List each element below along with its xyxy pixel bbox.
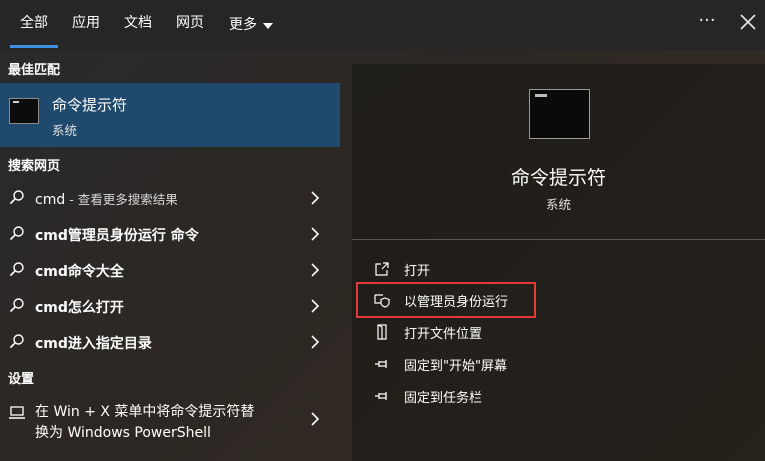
open-action-label: 打开 [404,264,431,279]
open-icon [375,262,389,276]
web-result-item[interactable]: cmd命令大全 [0,252,340,288]
chevron-right-icon [311,263,320,277]
pin-to-taskbar-action[interactable]: 固定到任务栏 [372,384,672,408]
tab-more-label: 更多 [229,17,257,33]
open-file-location-label: 打开文件位置 [404,327,483,342]
chevron-right-icon [311,227,320,241]
tab-documents[interactable]: 文档 [118,0,158,50]
details-app-type: 系统 [545,197,571,212]
search-icon [9,226,24,241]
laptop-icon [9,406,25,419]
chevron-right-icon [311,299,320,313]
chevron-right-icon [311,191,320,205]
top-bar: 全部 应用 文档 网页 更多 ··· [0,0,765,50]
open-action[interactable]: 打开 [372,257,672,281]
web-result-text: cmd命令大全 [35,264,124,280]
pin-to-taskbar-label: 固定到任务栏 [404,391,483,406]
search-icon [9,334,24,349]
web-result-text: cmd - 查看更多搜索结果 [35,192,178,208]
web-result-text: cmd管理员身份运行 命令 [35,228,199,244]
pin-icon [375,360,387,368]
tab-all[interactable]: 全部 [10,0,58,50]
best-match-heading: 最佳匹配 [8,63,61,78]
pin-to-start-action[interactable]: 固定到"开始"屏幕 [372,352,672,376]
ellipsis-icon[interactable]: ··· [693,9,721,37]
search-window: 全部 应用 文档 网页 更多 ··· 最佳匹配 命令提示符 系统 搜索网页 cm… [0,0,765,461]
chevron-down-icon [263,23,273,29]
best-match-item[interactable] [0,83,340,147]
pin-to-start-label: 固定到"开始"屏幕 [404,359,507,374]
web-result-item[interactable]: cmd进入指定目录 [0,324,340,360]
web-result-text: cmd进入指定目录 [35,336,152,352]
search-icon [9,190,24,205]
web-result-text: cmd怎么打开 [35,300,124,316]
divider [352,239,765,240]
chevron-right-icon [311,335,320,349]
terminal-icon [9,98,39,124]
settings-heading: 设置 [8,372,35,387]
best-match-type: 系统 [52,123,78,138]
highlight-annotation [356,282,536,318]
open-file-location-action[interactable]: 打开文件位置 [372,320,672,344]
search-icon [9,298,24,313]
terminal-icon [529,89,590,139]
tab-apps[interactable]: 应用 [66,0,106,50]
settings-result-line2: 换为 Windows PowerShell [35,425,211,441]
close-icon[interactable] [736,10,760,34]
search-icon [9,262,24,277]
tab-web[interactable]: 网页 [170,0,210,50]
web-search-heading: 搜索网页 [8,159,61,174]
settings-result-item[interactable]: 在 Win + X 菜单中将命令提示符替 换为 Windows PowerShe… [0,398,340,448]
file-location-icon [377,324,387,340]
pin-icon [375,392,387,400]
web-result-item[interactable]: cmd - 查看更多搜索结果 [0,180,340,216]
details-app-name: 命令提示符 [510,167,606,189]
tab-more[interactable]: 更多 [229,0,277,50]
web-result-item[interactable]: cmd管理员身份运行 命令 [0,216,340,252]
web-result-item[interactable]: cmd怎么打开 [0,288,340,324]
settings-result-line1: 在 Win + X 菜单中将命令提示符替 [35,404,255,420]
best-match-name: 命令提示符 [52,96,128,114]
chevron-right-icon [311,412,320,426]
